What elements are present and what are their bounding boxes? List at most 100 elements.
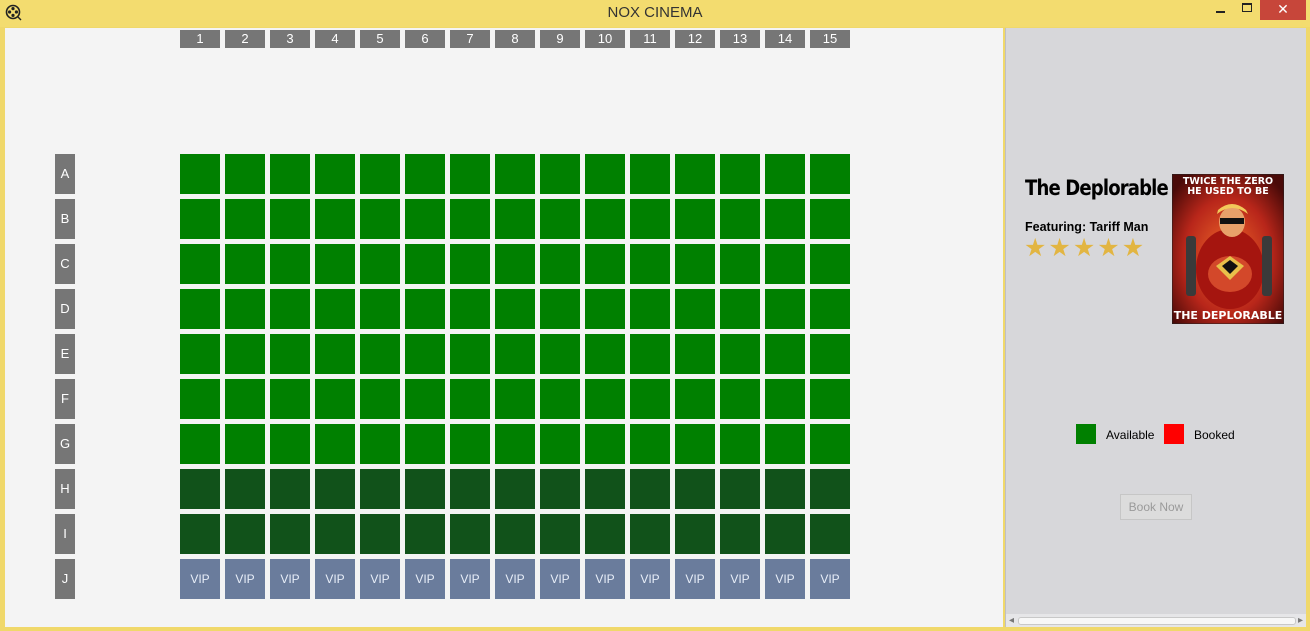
seat-H9[interactable] <box>540 469 580 509</box>
seat-D15[interactable] <box>810 289 850 329</box>
seat-E4[interactable] <box>315 334 355 374</box>
seat-H2[interactable] <box>225 469 265 509</box>
seat-I4[interactable] <box>315 514 355 554</box>
seat-I15[interactable] <box>810 514 850 554</box>
book-now-button[interactable]: Book Now <box>1120 494 1192 520</box>
seat-D9[interactable] <box>540 289 580 329</box>
seat-D1[interactable] <box>180 289 220 329</box>
seat-I11[interactable] <box>630 514 670 554</box>
seat-G12[interactable] <box>675 424 715 464</box>
seat-E2[interactable] <box>225 334 265 374</box>
seat-B12[interactable] <box>675 199 715 239</box>
seat-H3[interactable] <box>270 469 310 509</box>
seat-I7[interactable] <box>450 514 490 554</box>
seat-E7[interactable] <box>450 334 490 374</box>
seat-D7[interactable] <box>450 289 490 329</box>
seat-H13[interactable] <box>720 469 760 509</box>
seat-H5[interactable] <box>360 469 400 509</box>
seat-C6[interactable] <box>405 244 445 284</box>
seat-C14[interactable] <box>765 244 805 284</box>
seat-B9[interactable] <box>540 199 580 239</box>
seat-F7[interactable] <box>450 379 490 419</box>
seat-D4[interactable] <box>315 289 355 329</box>
seat-E5[interactable] <box>360 334 400 374</box>
seat-G4[interactable] <box>315 424 355 464</box>
seat-G1[interactable] <box>180 424 220 464</box>
seat-G5[interactable] <box>360 424 400 464</box>
seat-I2[interactable] <box>225 514 265 554</box>
seat-F4[interactable] <box>315 379 355 419</box>
seat-E6[interactable] <box>405 334 445 374</box>
seat-F11[interactable] <box>630 379 670 419</box>
seat-E12[interactable] <box>675 334 715 374</box>
seat-G14[interactable] <box>765 424 805 464</box>
seat-J15[interactable]: VIP <box>810 559 850 599</box>
seat-C13[interactable] <box>720 244 760 284</box>
seat-C10[interactable] <box>585 244 625 284</box>
seat-B13[interactable] <box>720 199 760 239</box>
seat-A1[interactable] <box>180 154 220 194</box>
seat-H14[interactable] <box>765 469 805 509</box>
seat-I1[interactable] <box>180 514 220 554</box>
seat-C11[interactable] <box>630 244 670 284</box>
seat-A13[interactable] <box>720 154 760 194</box>
seat-J13[interactable]: VIP <box>720 559 760 599</box>
seat-H4[interactable] <box>315 469 355 509</box>
seat-G15[interactable] <box>810 424 850 464</box>
seat-E1[interactable] <box>180 334 220 374</box>
seat-B5[interactable] <box>360 199 400 239</box>
seat-B11[interactable] <box>630 199 670 239</box>
seat-E3[interactable] <box>270 334 310 374</box>
seat-J8[interactable]: VIP <box>495 559 535 599</box>
seat-H12[interactable] <box>675 469 715 509</box>
seat-G11[interactable] <box>630 424 670 464</box>
seat-G6[interactable] <box>405 424 445 464</box>
seat-E14[interactable] <box>765 334 805 374</box>
seat-F12[interactable] <box>675 379 715 419</box>
seat-A12[interactable] <box>675 154 715 194</box>
seat-F1[interactable] <box>180 379 220 419</box>
minimize-button[interactable] <box>1210 0 1232 20</box>
seat-J7[interactable]: VIP <box>450 559 490 599</box>
seat-F15[interactable] <box>810 379 850 419</box>
seat-I5[interactable] <box>360 514 400 554</box>
seat-A8[interactable] <box>495 154 535 194</box>
seat-I12[interactable] <box>675 514 715 554</box>
seat-A11[interactable] <box>630 154 670 194</box>
seat-E11[interactable] <box>630 334 670 374</box>
seat-I9[interactable] <box>540 514 580 554</box>
seat-B3[interactable] <box>270 199 310 239</box>
seat-J11[interactable]: VIP <box>630 559 670 599</box>
seat-B7[interactable] <box>450 199 490 239</box>
seat-C4[interactable] <box>315 244 355 284</box>
seat-I10[interactable] <box>585 514 625 554</box>
seat-E10[interactable] <box>585 334 625 374</box>
seat-B4[interactable] <box>315 199 355 239</box>
seat-G8[interactable] <box>495 424 535 464</box>
seat-E8[interactable] <box>495 334 535 374</box>
seat-I3[interactable] <box>270 514 310 554</box>
seat-H7[interactable] <box>450 469 490 509</box>
seat-F8[interactable] <box>495 379 535 419</box>
seat-F6[interactable] <box>405 379 445 419</box>
seat-A7[interactable] <box>450 154 490 194</box>
seat-C9[interactable] <box>540 244 580 284</box>
maximize-button[interactable] <box>1236 0 1258 20</box>
seat-J1[interactable]: VIP <box>180 559 220 599</box>
seat-H10[interactable] <box>585 469 625 509</box>
seat-B6[interactable] <box>405 199 445 239</box>
seat-J9[interactable]: VIP <box>540 559 580 599</box>
seat-H15[interactable] <box>810 469 850 509</box>
seat-C1[interactable] <box>180 244 220 284</box>
seat-D5[interactable] <box>360 289 400 329</box>
seat-J10[interactable]: VIP <box>585 559 625 599</box>
seat-A3[interactable] <box>270 154 310 194</box>
seat-J2[interactable]: VIP <box>225 559 265 599</box>
seat-F3[interactable] <box>270 379 310 419</box>
seat-D13[interactable] <box>720 289 760 329</box>
seat-A9[interactable] <box>540 154 580 194</box>
seat-G2[interactable] <box>225 424 265 464</box>
seat-D8[interactable] <box>495 289 535 329</box>
seat-C5[interactable] <box>360 244 400 284</box>
seat-A14[interactable] <box>765 154 805 194</box>
